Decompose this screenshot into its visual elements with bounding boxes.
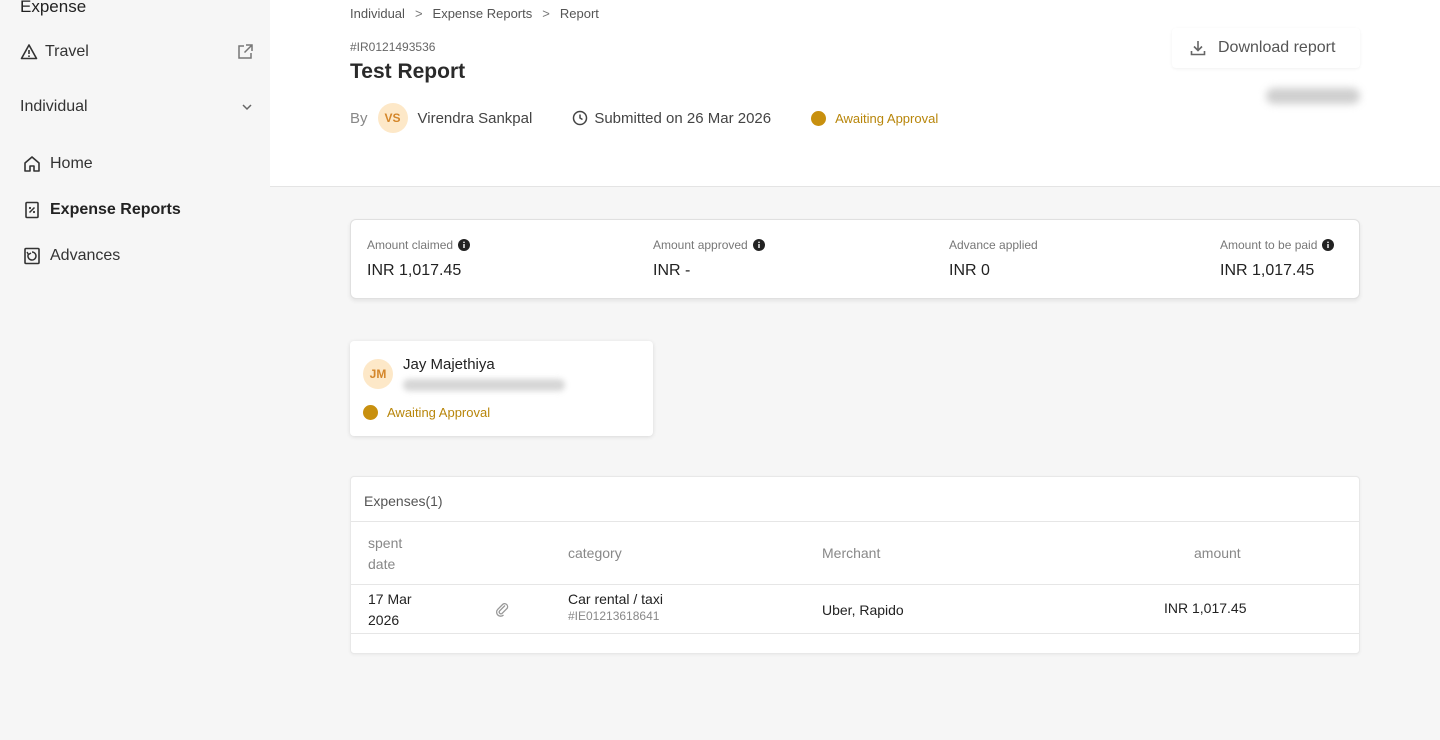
status-badge: Awaiting Approval [363, 405, 490, 420]
report-id: #IR0121493536 [350, 40, 436, 54]
chevron-down-icon [240, 100, 254, 114]
cell-merchant: Uber, Rapido [822, 602, 904, 618]
redacted-amount [1266, 88, 1360, 104]
brand-title: Expense [20, 0, 87, 16]
table-row[interactable]: 17 Mar 2026 Car rental / taxi #IE0121361… [351, 585, 1359, 634]
summary-value: INR - [653, 262, 691, 279]
scope-label: Individual [20, 98, 88, 115]
breadcrumb-individual[interactable]: Individual [350, 6, 405, 21]
external-link-icon [236, 43, 254, 61]
scope-selector[interactable]: Individual [20, 95, 254, 119]
approver-card: JM Jay Majethiya Awaiting Approval [350, 341, 653, 436]
info-icon[interactable] [458, 239, 471, 251]
summary-label: Amount approved [653, 238, 748, 252]
summary-label: Amount claimed [367, 238, 454, 252]
summary-value: INR 1,017.45 [367, 262, 462, 279]
summary-amount-claimed: Amount claimed INR 1,017.45 [367, 238, 471, 280]
sidebar-item-expense-reports[interactable]: Expense Reports [22, 197, 252, 223]
summary-amount-to-be-paid: Amount to be paid INR 1,017.45 [1220, 238, 1335, 280]
status-dot-icon [811, 110, 827, 126]
breadcrumb-report: Report [559, 6, 599, 21]
avatar: VS [377, 103, 408, 133]
submitted-date: Submitted on 26 Mar 2026 [594, 109, 772, 127]
column-merchant[interactable]: Merchant [822, 543, 880, 564]
sidebar-item-home[interactable]: Home [22, 151, 252, 177]
table-header: spent date category Merchant amount [351, 521, 1359, 585]
expense-id: #IE01213618641 [568, 609, 660, 623]
by-label: By [350, 109, 368, 127]
summary-label: Advance applied [949, 238, 1038, 252]
breadcrumb-expense-reports[interactable]: Expense Reports [433, 6, 533, 21]
summary-advance-applied: Advance applied INR 0 [949, 238, 1038, 280]
sidebar-item-label: Expense Reports [50, 201, 181, 218]
breadcrumb: Individual > Expense Reports > Report [350, 6, 599, 21]
info-icon[interactable] [752, 239, 765, 251]
paperclip-icon [494, 601, 510, 617]
sidebar-item-advances[interactable]: Advances [22, 243, 252, 269]
advance-icon [22, 246, 42, 266]
sidebar: Expense Travel Individual Home Expense R… [0, 0, 270, 740]
column-spent-date[interactable]: spent date [368, 533, 402, 575]
expenses-title: Expenses(1) [364, 493, 443, 509]
expenses-table: Expenses(1) spent date category Merchant… [350, 476, 1360, 654]
breadcrumb-separator: > [542, 6, 550, 21]
home-icon [22, 154, 42, 174]
summary-value: INR 0 [949, 262, 990, 279]
download-icon [1188, 38, 1208, 58]
status-dot-icon [363, 405, 378, 420]
status-badge: Awaiting Approval [811, 110, 939, 126]
cell-category: Car rental / taxi #IE01213618641 [568, 591, 663, 623]
breadcrumb-separator: > [414, 6, 423, 21]
status-text: Awaiting Approval [387, 405, 491, 420]
cell-attachment[interactable] [494, 601, 510, 623]
sidebar-item-label: Home [50, 155, 93, 172]
summary-label: Amount to be paid [1220, 238, 1318, 252]
status-text: Awaiting Approval [835, 110, 939, 126]
download-label: Download report [1218, 39, 1336, 56]
summary-amount-approved: Amount approved INR - [653, 238, 765, 280]
sidebar-item-label: Travel [45, 43, 89, 60]
submitter-name: Virendra Sankpal [417, 109, 533, 127]
column-category[interactable]: category [568, 543, 622, 564]
column-amount[interactable]: amount [1194, 543, 1241, 564]
avatar: JM [363, 359, 393, 389]
warning-triangle-icon [20, 43, 38, 61]
approver-name: Jay Majethiya [403, 356, 495, 373]
info-icon[interactable] [1322, 239, 1335, 251]
summary-value: INR 1,017.45 [1220, 262, 1315, 279]
sidebar-item-label: Advances [50, 247, 121, 264]
page-title: Test Report [350, 60, 466, 83]
report-meta: By VS Virendra Sankpal Submitted on 26 M… [350, 102, 938, 134]
receipt-icon [22, 200, 42, 220]
cell-spent-date: 17 Mar 2026 [368, 591, 412, 628]
redacted-email [403, 379, 565, 391]
cell-amount: INR 1,017.45 [1164, 600, 1247, 616]
report-header: Individual > Expense Reports > Report #I… [270, 0, 1440, 187]
amount-summary-card: Amount claimed INR 1,017.45 Amount appro… [350, 219, 1360, 299]
clock-icon [572, 110, 588, 126]
download-report-button[interactable]: Download report [1172, 28, 1360, 68]
sidebar-item-travel[interactable]: Travel [20, 40, 254, 64]
